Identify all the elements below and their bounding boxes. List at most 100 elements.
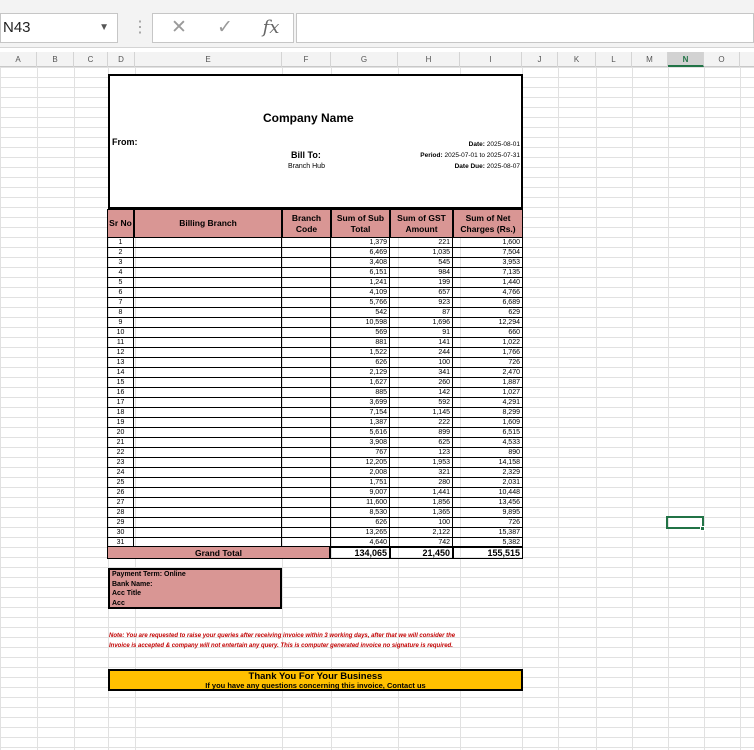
table-cell[interactable]: 25 xyxy=(107,478,134,488)
table-cell[interactable]: 1,379 xyxy=(331,238,390,248)
column-header-e[interactable]: E xyxy=(135,52,282,67)
table-cell[interactable]: 1,953 xyxy=(390,458,453,468)
table-cell[interactable] xyxy=(282,268,331,278)
table-cell[interactable]: 9 xyxy=(107,318,134,328)
table-cell[interactable]: 7,135 xyxy=(453,268,523,278)
table-cell[interactable]: 4,533 xyxy=(453,438,523,448)
table-cell[interactable] xyxy=(282,458,331,468)
table-cell[interactable] xyxy=(134,428,282,438)
column-header-g[interactable]: G xyxy=(331,52,398,67)
table-cell[interactable]: 767 xyxy=(331,448,390,458)
table-cell[interactable]: 14,158 xyxy=(453,458,523,468)
table-cell[interactable]: 9,007 xyxy=(331,488,390,498)
table-cell[interactable]: 923 xyxy=(390,298,453,308)
table-cell[interactable] xyxy=(282,358,331,368)
table-cell[interactable] xyxy=(134,368,282,378)
table-cell[interactable]: 726 xyxy=(453,518,523,528)
table-cell[interactable] xyxy=(282,318,331,328)
table-cell[interactable]: 1,035 xyxy=(390,248,453,258)
fill-handle[interactable] xyxy=(700,526,705,531)
table-cell[interactable] xyxy=(134,378,282,388)
table-cell[interactable]: 5 xyxy=(107,278,134,288)
table-cell[interactable] xyxy=(134,278,282,288)
column-header-b[interactable]: B xyxy=(37,52,74,67)
table-cell[interactable]: 890 xyxy=(453,448,523,458)
table-cell[interactable] xyxy=(134,508,282,518)
table-cell[interactable] xyxy=(282,388,331,398)
table-cell[interactable]: 1,627 xyxy=(331,378,390,388)
column-header-n[interactable]: N xyxy=(668,52,704,67)
table-cell[interactable] xyxy=(134,418,282,428)
table-cell[interactable]: 5,616 xyxy=(331,428,390,438)
table-cell[interactable]: 899 xyxy=(390,428,453,438)
table-cell[interactable] xyxy=(134,238,282,248)
table-cell[interactable]: 321 xyxy=(390,468,453,478)
table-cell[interactable]: 1,751 xyxy=(331,478,390,488)
table-cell[interactable]: 7,504 xyxy=(453,248,523,258)
table-cell[interactable]: 2,329 xyxy=(453,468,523,478)
table-cell[interactable] xyxy=(282,338,331,348)
table-cell[interactable] xyxy=(282,328,331,338)
table-cell[interactable]: 3,908 xyxy=(331,438,390,448)
table-cell[interactable] xyxy=(282,448,331,458)
table-cell[interactable] xyxy=(134,498,282,508)
table-cell[interactable] xyxy=(134,438,282,448)
column-header-l[interactable]: L xyxy=(596,52,632,67)
table-cell[interactable]: 87 xyxy=(390,308,453,318)
table-cell[interactable]: 569 xyxy=(331,328,390,338)
table-cell[interactable] xyxy=(134,388,282,398)
table-cell[interactable] xyxy=(134,398,282,408)
table-cell[interactable]: 626 xyxy=(331,358,390,368)
table-cell[interactable]: 13,456 xyxy=(453,498,523,508)
column-header-c[interactable]: C xyxy=(74,52,108,67)
table-cell[interactable] xyxy=(282,498,331,508)
name-box[interactable]: N43 ▼ xyxy=(0,13,118,43)
table-cell[interactable] xyxy=(134,488,282,498)
table-cell[interactable]: 592 xyxy=(390,398,453,408)
table-cell[interactable] xyxy=(134,518,282,528)
table-cell[interactable]: 6,469 xyxy=(331,248,390,258)
table-cell[interactable]: 244 xyxy=(390,348,453,358)
enter-icon[interactable]: ✓ xyxy=(211,17,239,39)
table-cell[interactable]: 4,291 xyxy=(453,398,523,408)
table-cell[interactable]: 7,154 xyxy=(331,408,390,418)
table-cell[interactable]: 3,408 xyxy=(331,258,390,268)
table-cell[interactable]: 221 xyxy=(390,238,453,248)
table-cell[interactable]: 3,953 xyxy=(453,258,523,268)
table-cell[interactable]: 2,008 xyxy=(331,468,390,478)
table-cell[interactable]: 6,689 xyxy=(453,298,523,308)
column-header-j[interactable]: J xyxy=(522,52,558,67)
table-cell[interactable]: 1,387 xyxy=(331,418,390,428)
table-cell[interactable] xyxy=(282,278,331,288)
table-cell[interactable] xyxy=(282,478,331,488)
table-cell[interactable] xyxy=(282,288,331,298)
table-cell[interactable]: 5,766 xyxy=(331,298,390,308)
table-cell[interactable]: 2,031 xyxy=(453,478,523,488)
table-cell[interactable]: 22 xyxy=(107,448,134,458)
table-cell[interactable]: 280 xyxy=(390,478,453,488)
table-cell[interactable]: 4,109 xyxy=(331,288,390,298)
table-cell[interactable]: 13 xyxy=(107,358,134,368)
table-cell[interactable]: 24 xyxy=(107,468,134,478)
table-cell[interactable]: 15,387 xyxy=(453,528,523,538)
table-cell[interactable] xyxy=(134,258,282,268)
table-cell[interactable]: 12 xyxy=(107,348,134,358)
table-cell[interactable]: 1,609 xyxy=(453,418,523,428)
table-cell[interactable]: 726 xyxy=(453,358,523,368)
table-cell[interactable]: 881 xyxy=(331,338,390,348)
table-cell[interactable]: 18 xyxy=(107,408,134,418)
table-cell[interactable]: 1,440 xyxy=(453,278,523,288)
table-cell[interactable] xyxy=(282,528,331,538)
column-header-a[interactable]: A xyxy=(0,52,37,67)
table-cell[interactable] xyxy=(282,348,331,358)
table-cell[interactable] xyxy=(282,468,331,478)
table-cell[interactable]: 30 xyxy=(107,528,134,538)
table-cell[interactable]: 1,766 xyxy=(453,348,523,358)
table-cell[interactable]: 1,241 xyxy=(331,278,390,288)
table-cell[interactable]: 1,022 xyxy=(453,338,523,348)
table-cell[interactable]: 6 xyxy=(107,288,134,298)
table-cell[interactable]: 222 xyxy=(390,418,453,428)
table-cell[interactable] xyxy=(282,518,331,528)
table-cell[interactable] xyxy=(134,328,282,338)
chevron-down-icon[interactable]: ▼ xyxy=(99,22,109,33)
